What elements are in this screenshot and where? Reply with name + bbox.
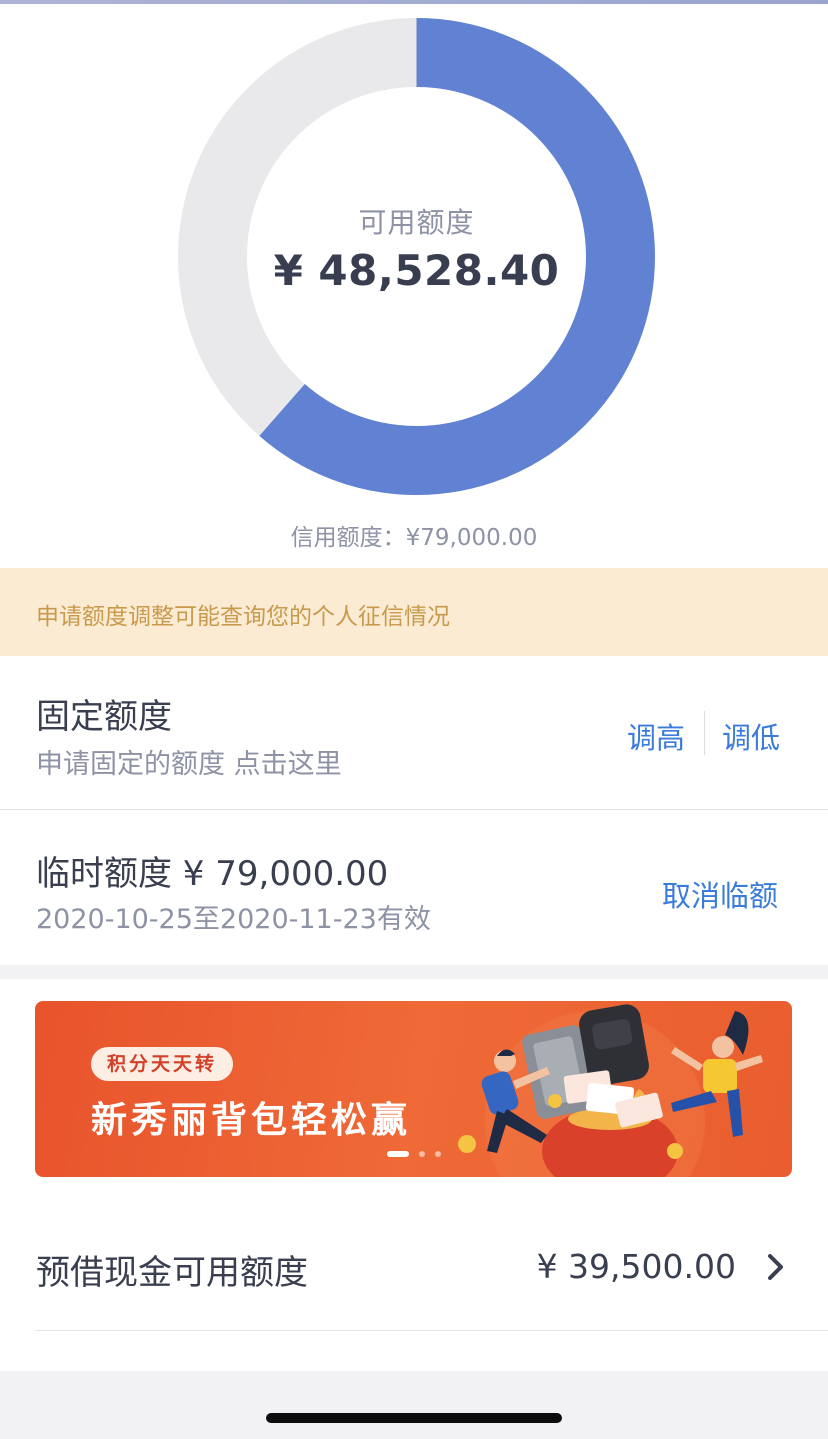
action-divider: [704, 711, 705, 755]
donut-center: 可用额度 ¥ 48,528.40: [178, 18, 655, 495]
credit-donut-chart: 可用额度 ¥ 48,528.40: [178, 18, 655, 495]
available-amount: ¥ 48,528.40: [273, 246, 560, 295]
carousel-dot: [419, 1151, 425, 1157]
top-strip: [0, 0, 828, 4]
temp-limit-title: 临时额度 ¥ 79,000.00: [36, 854, 389, 894]
bottom-area: [0, 1371, 828, 1439]
cash-advance-amount: ¥ 39,500.00: [536, 1247, 736, 1286]
available-label: 可用额度: [358, 206, 475, 239]
promo-headline: 新秀丽背包轻松赢: [91, 1100, 412, 1141]
fixed-limit-title: 固定额度: [36, 697, 172, 737]
cash-advance-title: 预借现金可用额度: [36, 1253, 308, 1293]
banner-illustration: [458, 1004, 763, 1177]
chevron-right-icon[interactable]: [765, 1253, 787, 1281]
raise-limit-button[interactable]: 调高: [627, 715, 685, 757]
section-gap: [0, 965, 828, 979]
temp-limit-row: 临时额度 ¥ 79,000.00 2020-10-25至2020-11-23有效…: [0, 810, 828, 965]
credit-total: 信用额度：¥79,000.00: [290, 525, 538, 551]
promo-tag: 积分天天转: [91, 1047, 234, 1081]
fixed-limit-subtitle[interactable]: 申请固定的额度 点击这里: [36, 742, 342, 781]
notice-text: 申请额度调整可能查询您的个人征信情况: [36, 604, 450, 630]
cancel-temp-limit-button[interactable]: 取消临额: [662, 873, 778, 915]
home-indicator[interactable]: [266, 1413, 562, 1423]
cash-row-divider: [35, 1330, 828, 1331]
carousel-dot: [435, 1151, 441, 1157]
credit-check-notice: 申请额度调整可能查询您的个人征信情况: [0, 568, 828, 656]
fixed-limit-row[interactable]: 固定额度 申请固定的额度 点击这里 调高 调低: [0, 656, 828, 809]
temp-limit-validity: 2020-10-25至2020-11-23有效: [36, 904, 431, 935]
carousel-dot: [387, 1151, 409, 1157]
lower-limit-button[interactable]: 调低: [722, 715, 780, 757]
promo-banner[interactable]: 积分天天转 新秀丽背包轻松赢: [35, 1001, 792, 1177]
